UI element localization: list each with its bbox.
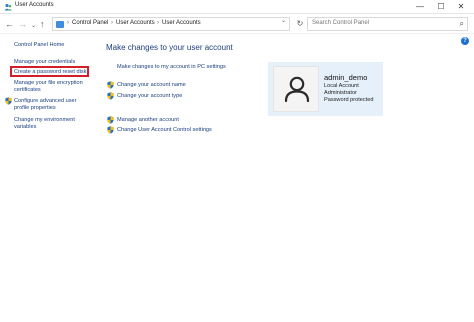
sidebar-item-create-password-reset-disk[interactable]: Create a password reset disk <box>14 69 86 76</box>
breadcrumb-separator: › <box>157 20 159 26</box>
link-change-account-name[interactable]: Change your account name <box>117 82 186 88</box>
search-placeholder: Search Control Panel <box>312 20 370 26</box>
sidebar-item-change-environment-variables-cont[interactable]: variables <box>14 124 36 131</box>
sidebar-item-manage-file-encryption[interactable]: Manage your file encryption <box>14 80 83 87</box>
search-input[interactable]: Search Control Panel ⌕ <box>307 17 468 31</box>
uac-shield-icon <box>107 92 114 100</box>
close-button[interactable]: ✕ <box>452 0 470 14</box>
sidebar-item-configure-advanced-profile[interactable]: Configure advanced user <box>14 98 77 105</box>
uac-shield-icon <box>107 116 114 124</box>
minimize-button[interactable]: — <box>411 0 429 14</box>
navigation-bar: ← → ⌄ ↑ › Control Panel › User Accounts … <box>0 14 474 34</box>
sidebar-item-manage-file-encryption-cont[interactable]: certificates <box>14 87 41 94</box>
sidebar-item-control-panel-home[interactable]: Control Panel Home <box>14 42 64 49</box>
address-field[interactable]: › Control Panel › User Accounts › User A… <box>52 17 290 31</box>
page-title: Make changes to your user account <box>106 43 233 52</box>
user-account-tile: admin_demo Local Account Administrator P… <box>268 62 383 116</box>
recent-locations-chevron-icon[interactable]: ⌄ <box>31 20 36 32</box>
up-arrow-icon[interactable]: ↑ <box>40 18 45 30</box>
uac-shield-icon <box>107 81 114 89</box>
refresh-icon[interactable]: ↻ <box>293 17 307 31</box>
sidebar-item-manage-credentials[interactable]: Manage your credentials <box>14 59 75 66</box>
help-icon[interactable]: ? <box>461 37 469 45</box>
control-panel-icon <box>56 21 64 28</box>
account-role: Administrator <box>324 90 357 96</box>
breadcrumb-user-accounts[interactable]: User Accounts <box>116 20 155 26</box>
address-dropdown-chevron-icon[interactable]: ⌄ <box>281 17 286 24</box>
breadcrumb-separator: › <box>111 20 113 26</box>
link-change-uac-settings[interactable]: Change User Account Control settings <box>117 127 212 133</box>
breadcrumb-separator: › <box>67 20 69 26</box>
account-kind: Local Account <box>324 83 359 89</box>
window-title: User Accounts <box>15 2 54 8</box>
breadcrumb-control-panel[interactable]: Control Panel <box>72 20 108 26</box>
account-password-status: Password protected <box>324 97 374 103</box>
maximize-button[interactable]: ☐ <box>432 0 450 14</box>
uac-shield-icon <box>5 97 12 105</box>
sidebar-item-change-environment-variables[interactable]: Change my environment <box>14 117 75 124</box>
link-change-account-type[interactable]: Change your account type <box>117 93 182 99</box>
avatar <box>273 66 319 112</box>
title-bar: User Accounts — ☐ ✕ <box>0 0 474 14</box>
user-name: admin_demo <box>324 73 368 82</box>
uac-shield-icon <box>107 126 114 134</box>
link-manage-another-account[interactable]: Manage another account <box>117 117 179 123</box>
search-icon[interactable]: ⌕ <box>460 19 464 29</box>
user-accounts-icon <box>4 3 12 11</box>
back-arrow-icon[interactable]: ← <box>5 18 14 30</box>
breadcrumb-user-accounts-current[interactable]: User Accounts <box>162 20 201 26</box>
link-pc-settings[interactable]: Make changes to my account in PC setting… <box>117 64 226 70</box>
forward-arrow-icon[interactable]: → <box>18 18 27 30</box>
user-silhouette-icon <box>284 76 310 103</box>
sidebar-item-configure-advanced-profile-cont[interactable]: profile properties <box>14 105 56 112</box>
